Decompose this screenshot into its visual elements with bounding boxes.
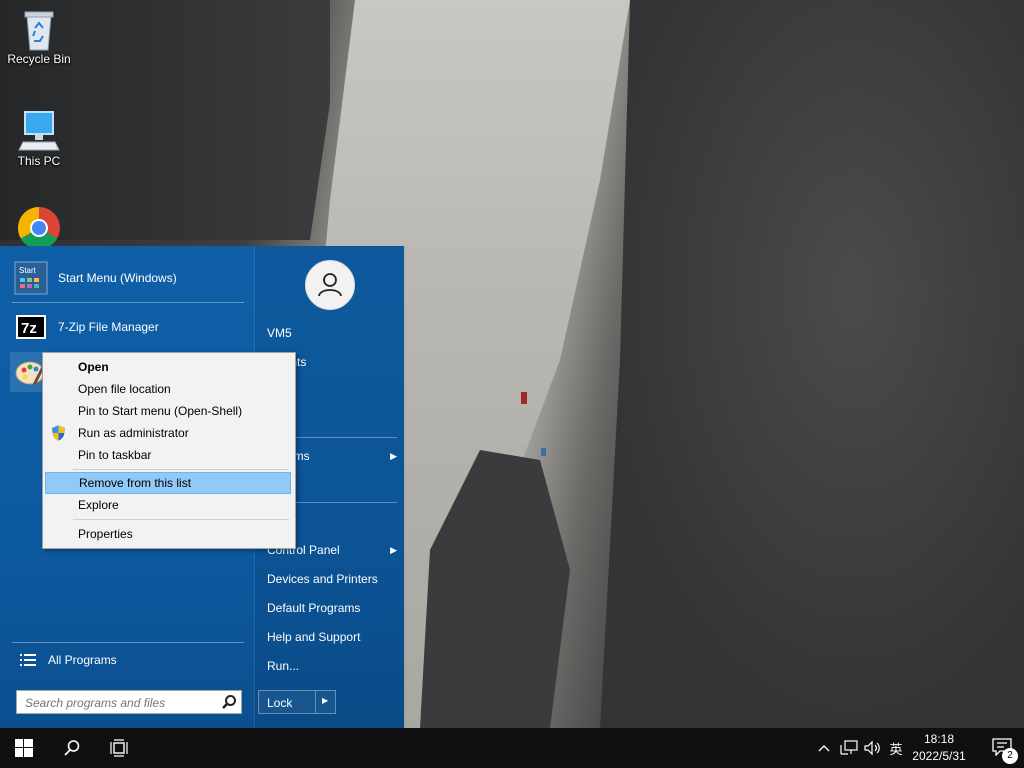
ctx-properties[interactable]: Properties <box>45 523 291 545</box>
clock-date: 2022/5/31 <box>912 749 966 763</box>
start-right-item-user[interactable]: VM5 <box>267 322 397 344</box>
desktop-icon-label: Recycle Bin <box>7 52 71 66</box>
right-item-label: Help and Support <box>267 630 361 644</box>
network-icon <box>840 740 858 755</box>
uac-shield-icon <box>51 425 66 441</box>
task-view-button[interactable] <box>97 728 141 768</box>
ctx-remove-from-this-list[interactable]: Remove from this list <box>45 472 291 494</box>
ctx-item-label: Run as administrator <box>78 426 189 440</box>
chevron-up-icon <box>818 745 830 752</box>
start-right-item-run[interactable]: Run... <box>267 655 397 677</box>
ctx-item-label: Properties <box>78 527 133 541</box>
start-button[interactable] <box>2 728 46 768</box>
ctx-item-label: Open file location <box>78 382 171 396</box>
start-program-start-menu-windows[interactable]: Start Start Menu (Windows) <box>10 258 246 298</box>
start-right-item-default-programs[interactable]: Default Programs <box>267 597 397 619</box>
search-input[interactable] <box>23 692 217 714</box>
program-label: 7-Zip File Manager <box>58 320 159 334</box>
ctx-item-label: Pin to Start menu (Open-Shell) <box>78 404 243 418</box>
wallpaper-rock-right <box>600 0 1024 728</box>
taskbar: 英 18:18 2022/5/31 2 <box>0 728 1024 768</box>
desktop-icon-this-pc[interactable]: This PC <box>1 108 77 168</box>
program-label: Start Menu (Windows) <box>58 271 177 285</box>
submenu-arrow-icon: ▶ <box>390 451 397 461</box>
right-item-label: Run... <box>267 659 300 673</box>
user-avatar-icon[interactable] <box>305 260 355 310</box>
ctx-open-file-location[interactable]: Open file location <box>45 378 291 400</box>
7zip-icon: 7z <box>14 310 48 344</box>
climber-figure <box>541 448 546 456</box>
start-right-item-help-support[interactable]: Help and Support <box>267 626 397 648</box>
start-search-box[interactable] <box>16 690 242 714</box>
shutdown-options-arrow-icon[interactable]: ▶ <box>322 696 328 705</box>
ctx-item-label: Open <box>78 360 109 374</box>
volume-tray-button[interactable] <box>862 728 884 768</box>
network-tray-button[interactable] <box>838 728 860 768</box>
notification-count-badge: 2 <box>1002 748 1018 764</box>
ctx-item-label: Explore <box>78 498 119 512</box>
start-program-7zip[interactable]: 7z 7-Zip File Manager <box>10 307 246 347</box>
search-icon <box>64 740 80 756</box>
right-item-label: VM5 <box>267 326 292 340</box>
ctx-item-label: Remove from this list <box>79 476 192 490</box>
recycle-bin-icon <box>17 6 61 51</box>
ctx-open[interactable]: Open <box>45 356 291 378</box>
lock-label: Lock <box>267 696 293 710</box>
lock-button[interactable]: Lock ▶ <box>258 690 336 714</box>
show-hidden-icons-button[interactable] <box>814 728 834 768</box>
clock-time: 18:18 <box>923 732 955 746</box>
all-programs-label: All Programs <box>48 653 117 667</box>
submenu-arrow-icon: ▶ <box>390 545 397 555</box>
task-view-icon <box>110 739 128 757</box>
right-item-label: Default Programs <box>267 601 361 615</box>
taskbar-clock[interactable]: 18:18 2022/5/31 <box>900 731 978 765</box>
right-item-label: Devices and Printers <box>267 572 378 586</box>
start-menu-icon: Start <box>14 261 48 295</box>
ctx-separator <box>73 469 289 470</box>
start-menu-divider <box>12 302 244 303</box>
windows-logo-icon <box>15 739 33 757</box>
7zip-icon-text: 7z <box>21 320 37 337</box>
ctx-explore[interactable]: Explore <box>45 494 291 516</box>
search-icon[interactable] <box>221 694 237 710</box>
list-icon <box>18 650 38 670</box>
taskbar-search-button[interactable] <box>50 728 94 768</box>
ctx-separator <box>73 519 289 520</box>
ctx-pin-to-start-menu[interactable]: Pin to Start menu (Open-Shell) <box>45 400 291 422</box>
all-programs-button[interactable]: All Programs <box>10 640 246 680</box>
ctx-run-as-administrator[interactable]: Run as administrator <box>45 422 291 444</box>
this-pc-icon <box>17 108 61 152</box>
climber-figure <box>521 392 527 404</box>
speaker-icon <box>864 740 880 756</box>
desktop-icon-label: This PC <box>17 154 61 168</box>
start-right-item-devices-printers[interactable]: Devices and Printers <box>267 568 397 590</box>
context-menu: Open Open file location Pin to Start men… <box>42 352 296 549</box>
action-center-button[interactable]: 2 <box>980 728 1024 768</box>
chrome-icon <box>17 206 61 250</box>
desktop-icon-recycle-bin[interactable]: Recycle Bin <box>1 6 77 66</box>
start-tile-caption: Start <box>19 266 37 275</box>
ctx-pin-to-taskbar[interactable]: Pin to taskbar <box>45 444 291 466</box>
ctx-item-label: Pin to taskbar <box>78 448 152 462</box>
lock-button-divider <box>315 691 316 713</box>
